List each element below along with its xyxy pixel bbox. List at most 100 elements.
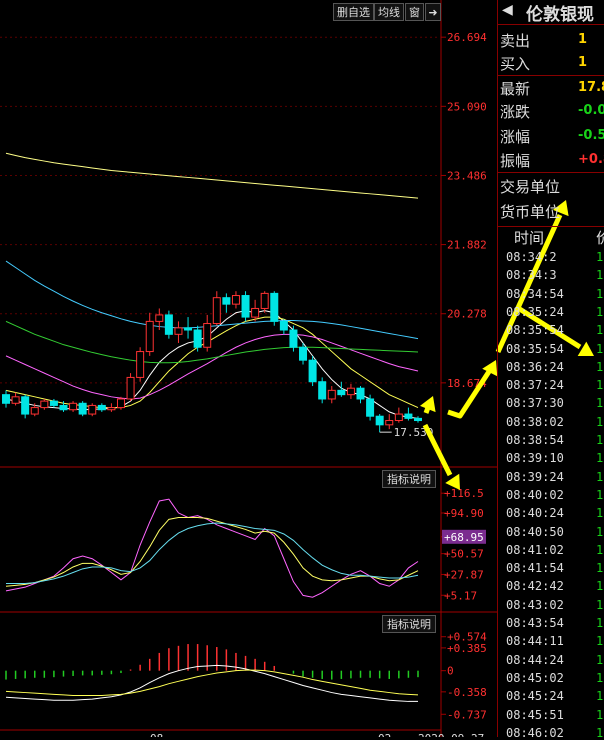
candle-body <box>30 407 39 415</box>
tick-time: 08:39:10 <box>506 451 564 466</box>
candle-body <box>279 320 288 331</box>
tick-time: 08:37:30 <box>506 396 564 411</box>
candle-body <box>126 376 135 400</box>
candle-body <box>184 327 193 331</box>
candle-body <box>327 389 336 400</box>
candle-body <box>69 402 78 411</box>
tick-time: 08:35:54 <box>506 341 564 356</box>
candle-body <box>289 329 298 348</box>
kdj-line <box>6 522 419 584</box>
time-axis-label: 02 <box>378 732 391 737</box>
kdj-tick-label: +68.95 <box>444 531 484 544</box>
tick-time: 08:38:54 <box>506 433 564 447</box>
price-tick-label: 25.090 <box>447 100 487 113</box>
kdj-tick-label: +50.57 <box>444 548 484 561</box>
macd-line <box>5 664 418 702</box>
kdj-tick-label: +94.90 <box>444 507 484 520</box>
kdj-help-button[interactable]: 指标说明 <box>382 470 436 488</box>
quote-value: 17.8 <box>578 80 604 95</box>
ma-line-button[interactable]: 均线 <box>374 3 404 21</box>
candle-body <box>21 396 30 415</box>
tick-time: 08:40:24 <box>506 506 564 521</box>
candle-body <box>107 407 116 411</box>
tick-time: 08:41:54 <box>506 561 564 576</box>
quote-label: 涨跌 <box>500 103 531 121</box>
price-tick-label: 26.694 <box>447 31 487 44</box>
time-axis-label: 08 <box>150 732 163 737</box>
candle-body <box>222 297 231 305</box>
tick-time: 08:39:24 <box>506 469 564 484</box>
tick-price: 17 <box>596 561 604 576</box>
tick-price: 17 <box>596 487 604 502</box>
quote-value: -0.0 <box>578 103 604 118</box>
candle-body <box>337 389 346 396</box>
tick-price: 17 <box>596 524 604 539</box>
moving-average-line <box>5 333 419 400</box>
tick-price: 17 <box>596 286 604 301</box>
candle-body <box>40 400 49 409</box>
delete-self-select-button[interactable]: 删自选 <box>333 3 374 21</box>
candle-body <box>145 320 154 353</box>
candle-body <box>174 327 183 335</box>
quote-label: 最新 <box>500 80 531 98</box>
tick-price: 17 <box>596 378 604 393</box>
tick-price: 17 <box>596 725 604 740</box>
tick-price: 17 <box>596 579 604 594</box>
tick-price: 17 <box>596 652 604 667</box>
tick-time: 08:34:54 <box>506 286 564 301</box>
tick-price: 17 <box>596 451 604 466</box>
tick-price: 17 <box>596 433 604 447</box>
candle-body <box>136 351 145 378</box>
candle-body <box>49 400 58 406</box>
tick-price: 17 <box>596 304 604 319</box>
tick-time: 08:37:24 <box>506 378 564 393</box>
candle-body <box>270 292 279 322</box>
tick-time: 08:44:24 <box>506 652 564 667</box>
arrow-right-icon[interactable]: ➜ <box>425 3 441 21</box>
tick-time: 08:35:24 <box>506 304 564 319</box>
tick-price: 17 <box>596 250 604 264</box>
tick-price: 17 <box>596 634 604 649</box>
tick-time: 08:36:24 <box>506 359 564 374</box>
candle-body <box>346 387 355 396</box>
candle-body <box>164 314 173 335</box>
tick-price: 17 <box>596 689 604 704</box>
macd-tick-label: +0.385 <box>447 642 487 655</box>
tick-price: 17 <box>596 707 604 722</box>
window-button[interactable]: 窗 <box>405 3 424 21</box>
candle-body <box>404 413 413 419</box>
price-tick-label: 21.882 <box>447 239 487 252</box>
candle-body <box>394 413 403 422</box>
candle-body <box>212 297 221 325</box>
tick-time: 08:40:50 <box>506 524 564 539</box>
candle-body <box>59 404 68 411</box>
macd-line <box>5 669 419 697</box>
candle-body <box>193 329 202 348</box>
candle-body <box>203 323 212 348</box>
tick-time: 08:42:42 <box>506 579 564 594</box>
quote-label: 振幅 <box>500 152 531 170</box>
price-tick-label: 23.486 <box>447 169 487 182</box>
tick-time: 08:45:24 <box>506 689 564 704</box>
candle-body <box>155 314 164 322</box>
tick-time: 08:34:3 <box>506 268 557 283</box>
candle-body <box>2 394 10 404</box>
macd-tick-label: 0 <box>447 665 454 678</box>
macd-help-button[interactable]: 指标说明 <box>382 615 436 633</box>
kdj-tick-label: +5.17 <box>444 589 477 602</box>
macd-tick-label: -0.358 <box>447 686 487 699</box>
quote-value: 1 <box>578 55 588 70</box>
candle-body <box>251 307 260 318</box>
kdj-line <box>5 498 419 598</box>
quote-value: 1 <box>578 32 588 47</box>
candle-body <box>299 346 308 361</box>
tick-price: 17 <box>596 542 604 557</box>
tick-time: 08:43:54 <box>506 616 564 630</box>
candle-body <box>366 398 375 417</box>
candle-body <box>97 404 106 411</box>
quote-value: +0.8 <box>578 152 604 167</box>
candle-body <box>414 417 422 422</box>
back-arrow-icon[interactable]: ◀ <box>502 2 513 18</box>
candle-body <box>78 402 87 415</box>
tick-price: 17 <box>596 341 604 356</box>
